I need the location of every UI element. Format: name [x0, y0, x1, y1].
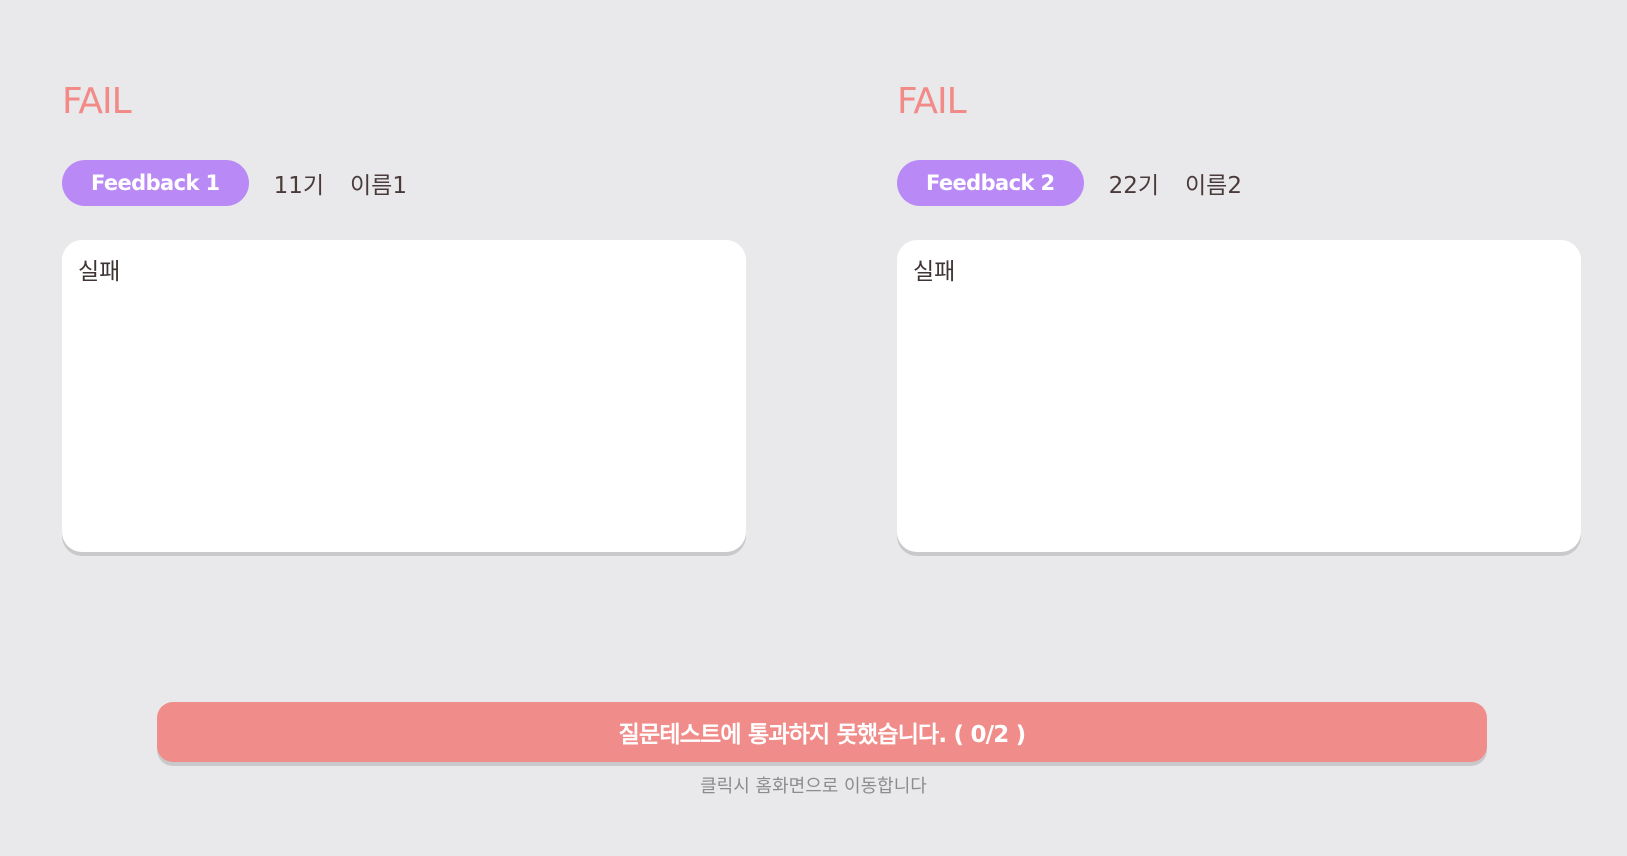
status-label: FAIL: [62, 81, 132, 122]
feedback-badge: Feedback 1: [62, 160, 249, 206]
feedback-meta: Feedback 2 22기 이름2: [897, 160, 1581, 206]
author-name: 이름1: [350, 173, 407, 199]
author-name: 이름2: [1185, 173, 1242, 199]
home-hint-text: 클릭시 홈화면으로 이동합니다: [700, 776, 927, 797]
feedback-content: 실패: [78, 259, 121, 285]
feedback-panel-1: FAIL Feedback 1 11기 이름1 실패: [62, 80, 746, 552]
result-page: FAIL Feedback 1 11기 이름1 실패 FAIL Feedback…: [0, 0, 1627, 856]
feedback-badge: Feedback 2: [897, 160, 1084, 206]
generation-text: 11기: [273, 173, 324, 199]
feedback-panel-2: FAIL Feedback 2 22기 이름2 실패: [897, 80, 1581, 552]
feedback-meta: Feedback 1 11기 이름1: [62, 160, 746, 206]
result-home-button[interactable]: 질문테스트에 통과하지 못했습니다. ( 0/2 ): [157, 702, 1487, 762]
status-label: FAIL: [897, 81, 967, 122]
feedback-content-box: 실패: [897, 240, 1581, 552]
feedback-content: 실패: [913, 259, 956, 285]
feedback-content-box: 실패: [62, 240, 746, 552]
generation-text: 22기: [1108, 173, 1159, 199]
